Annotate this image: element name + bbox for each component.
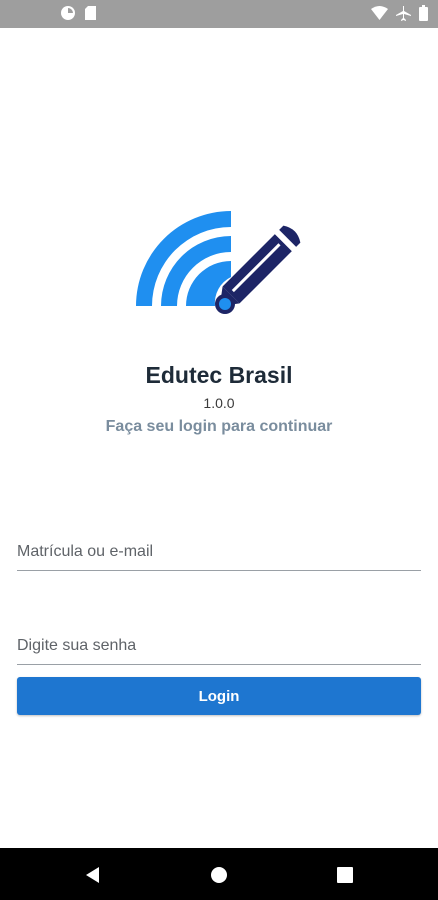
status-right-icons	[371, 5, 428, 21]
status-bar	[0, 0, 438, 28]
navigation-bar	[0, 848, 438, 900]
app-title: Edutec Brasil	[145, 362, 293, 388]
back-icon[interactable]	[82, 864, 104, 886]
battery-icon	[419, 5, 428, 21]
app-logo	[134, 206, 306, 316]
notification-circle-icon	[60, 5, 76, 21]
login-button[interactable]: Login	[17, 677, 421, 715]
app-version: 1.0.0	[203, 395, 235, 411]
sd-card-icon	[84, 5, 97, 21]
recents-icon[interactable]	[334, 864, 356, 886]
airplane-icon	[396, 5, 411, 21]
home-icon[interactable]	[208, 864, 230, 886]
wifi-icon	[371, 6, 388, 20]
wifi-pencil-logo-icon	[136, 211, 301, 314]
status-left-icons	[60, 5, 97, 21]
password-field[interactable]	[17, 628, 421, 665]
email-field[interactable]	[17, 534, 421, 571]
login-subtitle: Faça seu login para continuar	[105, 418, 333, 435]
